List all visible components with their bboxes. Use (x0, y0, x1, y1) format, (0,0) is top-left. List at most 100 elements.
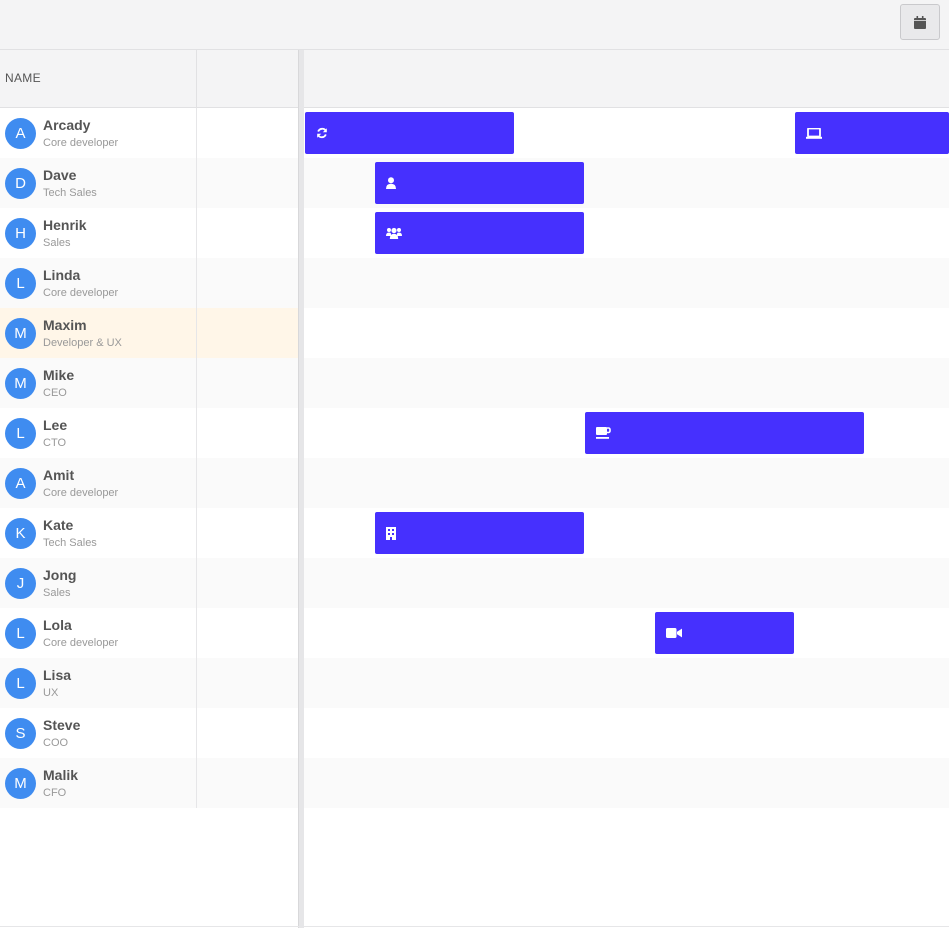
resource-role: Developer & UX (43, 337, 122, 349)
resource-name: Steve (43, 717, 81, 733)
sync-icon (317, 127, 327, 139)
resource-name: Arcady (43, 117, 91, 133)
resource-role: CTO (43, 437, 67, 449)
resource-name: Amit (43, 467, 75, 483)
grid-header: NAME (0, 50, 298, 108)
schedule-row[interactable] (304, 508, 949, 558)
resource-name: Maxim (43, 317, 87, 333)
resource-role: CEO (43, 387, 67, 399)
avatar: D (5, 168, 36, 199)
resource-row[interactable]: H Henrik Sales (0, 208, 298, 258)
avatar: S (5, 718, 36, 749)
schedule-row[interactable] (304, 458, 949, 508)
resource-role: Sales (43, 237, 71, 249)
resource-role: Core developer (43, 637, 119, 649)
name-cell: K Kate Tech Sales (0, 508, 197, 558)
toolbar (0, 0, 949, 50)
schedule-row[interactable] (304, 708, 949, 758)
avatar: M (5, 768, 36, 799)
resource-row-highlighted[interactable]: M Maxim Developer & UX (0, 308, 298, 358)
resource-name: Lisa (43, 667, 72, 683)
resource-name: Malik (43, 767, 79, 783)
event-bar[interactable] (375, 212, 584, 254)
schedule-row[interactable] (304, 108, 949, 158)
resource-row[interactable]: D Dave Tech Sales (0, 158, 298, 208)
resource-role: CFO (43, 787, 67, 799)
resource-role: Tech Sales (43, 187, 97, 199)
resource-row[interactable]: K Kate Tech Sales (0, 508, 298, 558)
name-cell: L Lisa UX (0, 658, 197, 708)
name-cell: L Lee CTO (0, 408, 197, 458)
resource-row[interactable]: M Malik CFO (0, 758, 298, 808)
coffee-icon (596, 427, 611, 439)
resource-role: Core developer (43, 287, 119, 299)
schedule-row[interactable] (304, 408, 949, 458)
building-icon (386, 526, 396, 540)
resource-role: Sales (43, 587, 71, 599)
resource-row[interactable]: L Lee CTO (0, 408, 298, 458)
name-cell: L Linda Core developer (0, 258, 197, 308)
avatar: M (5, 318, 36, 349)
schedule-row[interactable] (304, 658, 949, 708)
resource-row[interactable]: L Lisa UX (0, 658, 298, 708)
resource-role: COO (43, 737, 69, 749)
laptop-icon (806, 127, 822, 139)
resource-row[interactable]: L Linda Core developer (0, 258, 298, 308)
resource-role: UX (43, 687, 59, 699)
schedule-row[interactable] (304, 758, 949, 808)
bottom-border (0, 926, 949, 927)
calendar-button[interactable] (900, 4, 940, 40)
schedule-row[interactable] (304, 558, 949, 608)
resource-name: Dave (43, 167, 77, 183)
resource-row[interactable]: L Lola Core developer (0, 608, 298, 658)
resource-role: Tech Sales (43, 537, 97, 549)
resource-row[interactable]: S Steve COO (0, 708, 298, 758)
event-bar[interactable] (585, 412, 864, 454)
name-cell: M Maxim Developer & UX (0, 308, 197, 358)
resource-row[interactable]: M Mike CEO (0, 358, 298, 408)
name-cell: D Dave Tech Sales (0, 158, 197, 208)
schedule-row[interactable] (304, 158, 949, 208)
name-cell: A Amit Core developer (0, 458, 197, 508)
schedule-area (304, 108, 949, 808)
avatar: J (5, 568, 36, 599)
resource-name: Linda (43, 267, 81, 283)
schedule-row[interactable] (304, 258, 949, 308)
avatar: L (5, 268, 36, 299)
event-bar[interactable] (375, 512, 584, 554)
schedule-row[interactable] (304, 208, 949, 258)
calendar-icon (914, 15, 926, 29)
name-cell: J Jong Sales (0, 558, 197, 608)
schedule-row[interactable] (304, 608, 949, 658)
avatar: L (5, 668, 36, 699)
event-bar[interactable] (305, 112, 514, 154)
name-cell: L Lola Core developer (0, 608, 197, 658)
timeline-header (304, 50, 949, 108)
event-bar[interactable] (795, 112, 949, 154)
resource-name: Lola (43, 617, 72, 633)
schedule-row[interactable] (304, 308, 949, 358)
users-icon (386, 227, 402, 239)
resource-name: Jong (43, 567, 77, 583)
avatar: L (5, 618, 36, 649)
event-bar[interactable] (655, 612, 794, 654)
name-cell: M Mike CEO (0, 358, 197, 408)
avatar: A (5, 468, 36, 499)
resource-name: Lee (43, 417, 68, 433)
resource-row[interactable]: A Arcady Core developer (0, 108, 298, 158)
user-icon (386, 177, 396, 189)
resource-name: Kate (43, 517, 74, 533)
avatar: K (5, 518, 36, 549)
resource-role: Core developer (43, 487, 119, 499)
name-cell: A Arcady Core developer (0, 108, 197, 158)
avatar: M (5, 368, 36, 399)
name-cell: H Henrik Sales (0, 208, 197, 258)
schedule-row[interactable] (304, 358, 949, 408)
resource-row[interactable]: A Amit Core developer (0, 458, 298, 508)
resource-role: Core developer (43, 137, 119, 149)
event-bar[interactable] (375, 162, 584, 204)
resource-row[interactable]: J Jong Sales (0, 558, 298, 608)
name-column-label: NAME (5, 71, 41, 85)
resource-name: Henrik (43, 217, 87, 233)
name-column-header[interactable]: NAME (0, 50, 197, 107)
